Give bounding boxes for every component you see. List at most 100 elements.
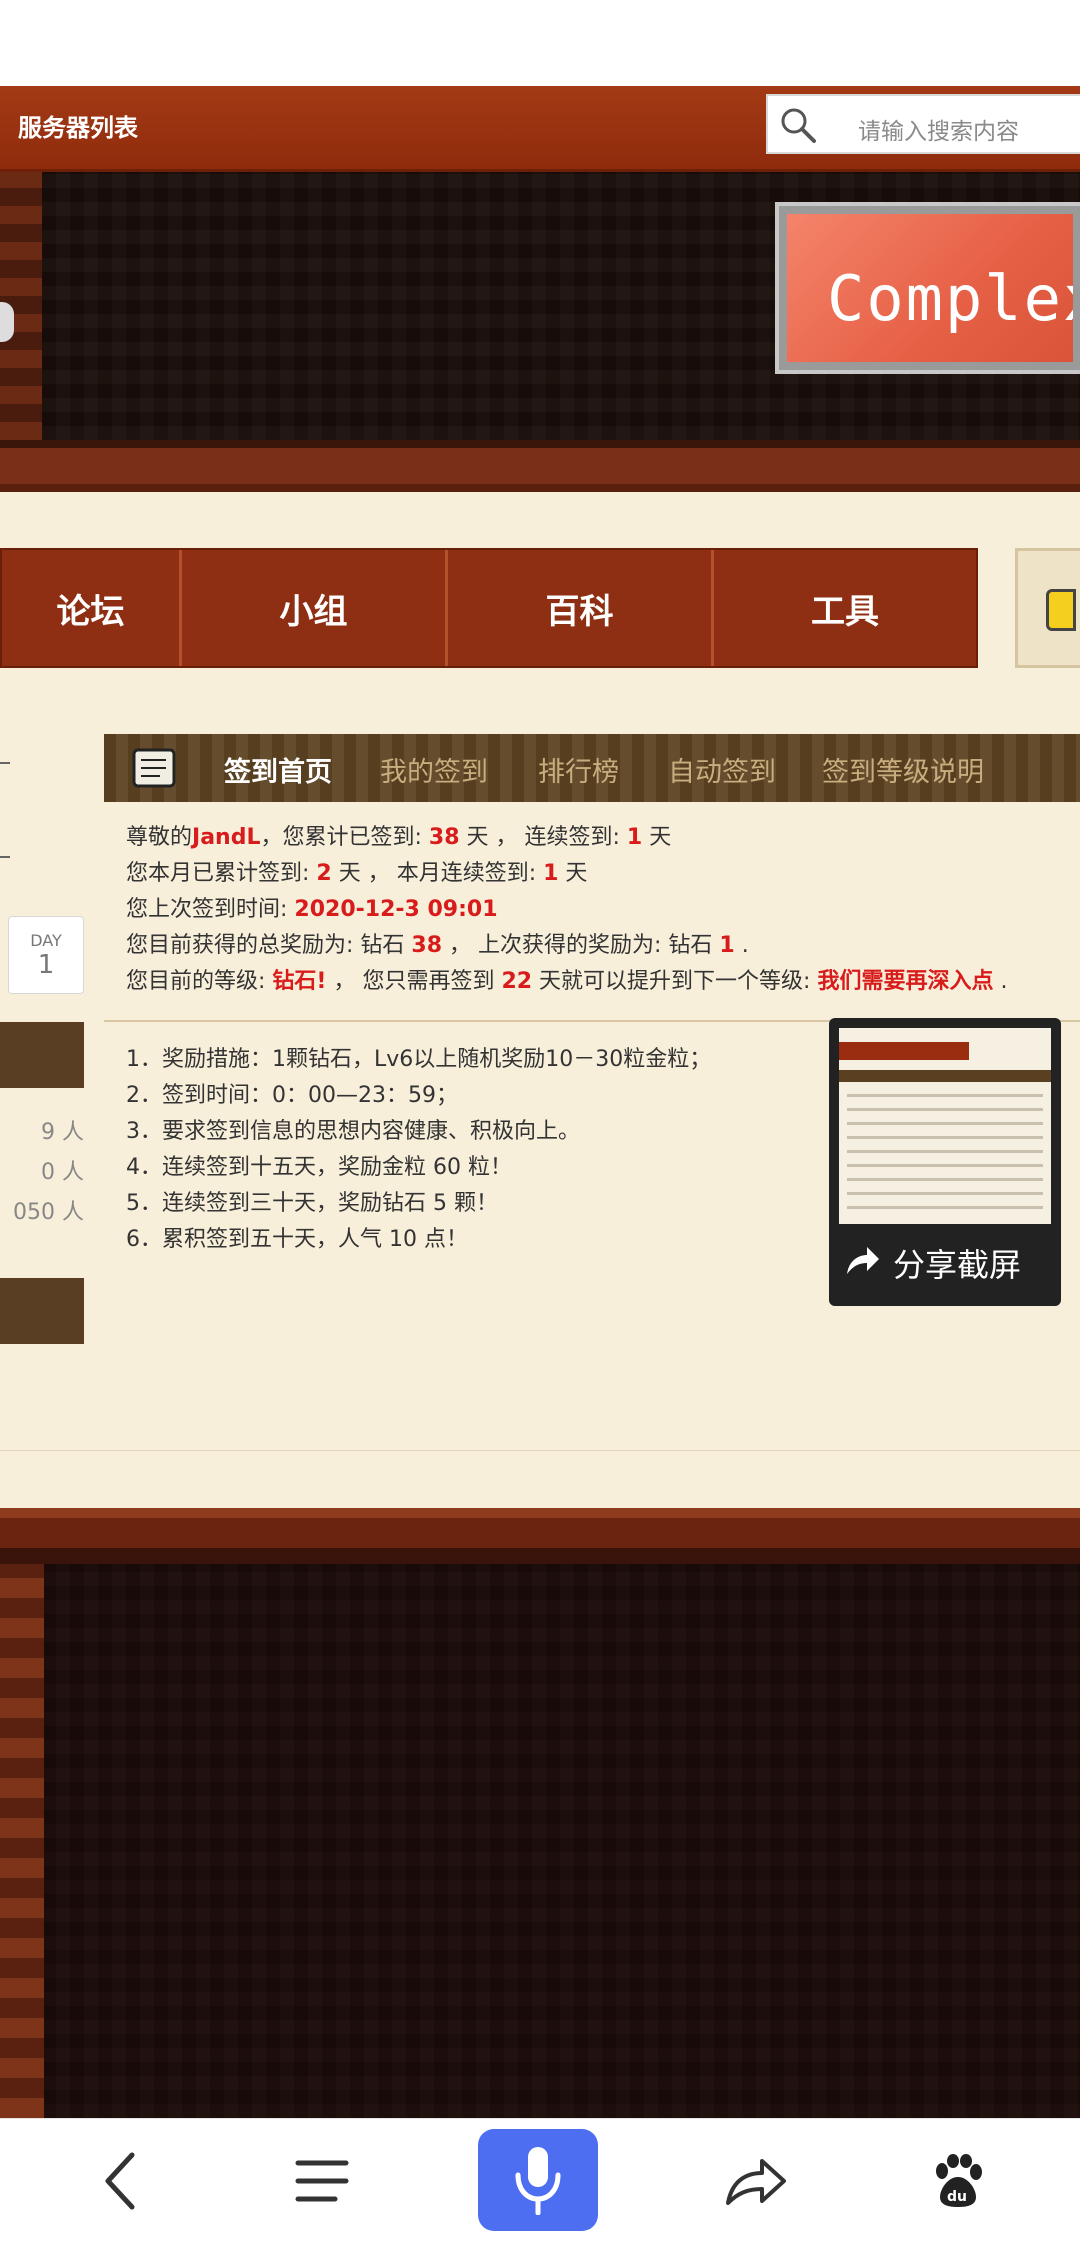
- site-logo[interactable]: Complex: [775, 202, 1080, 374]
- back-button[interactable]: [80, 2145, 160, 2217]
- svg-text:du: du: [947, 2189, 967, 2205]
- search-box[interactable]: 请输入搜索内容: [766, 94, 1080, 154]
- rule-item: 4．连续签到十五天，奖励金粒 60 粒！: [126, 1155, 512, 1180]
- info-text: 您上次签到时间:: [126, 897, 295, 922]
- info-line-total: 尊敬的JandL，您累计已签到: 38 天 ， 连续签到: 1 天: [126, 820, 1076, 856]
- top-bar: 服务器列表 请输入搜索内容: [0, 86, 1080, 172]
- info-text: 尊敬的: [126, 825, 193, 850]
- browser-bottom-bar: du: [0, 2118, 1080, 2244]
- search-icon[interactable]: [778, 105, 818, 145]
- main-nav: 论坛 小组 百科 工具: [0, 548, 978, 668]
- rule-item: 6．累积签到五十天，人气 10 点！: [126, 1227, 468, 1252]
- info-text: 您本月已累计签到:: [126, 861, 317, 886]
- sidebar-header-block: [0, 1022, 84, 1088]
- info-text: ， 您只需再签到: [326, 969, 502, 994]
- nav-right-badge[interactable]: [1015, 548, 1080, 668]
- info-text: 天就可以提升到下一个等级:: [532, 969, 818, 994]
- signin-rules: 1．奖励措施：1颗钻石，Lv6以上随机奖励10－30粒金粒； 2．签到时间：0：…: [126, 1042, 826, 1258]
- thumbnail-row: [847, 1122, 1043, 1125]
- thumbnail-row: [847, 1164, 1043, 1167]
- last-reward: 1: [719, 933, 735, 958]
- info-text: 您目前获得的总奖励为: 钻石: [126, 933, 412, 958]
- server-list-link[interactable]: 服务器列表: [18, 108, 138, 143]
- scroll-icon: [132, 748, 176, 788]
- info-line-level: 您目前的等级: 钻石! ， 您只需再签到 22 天就可以提升到下一个等级: 我们…: [126, 964, 1076, 1000]
- info-text: 天 ， 连续签到:: [459, 825, 627, 850]
- thumbnail-tabs: [839, 1070, 1051, 1082]
- day-value: 1: [37, 950, 55, 980]
- footer-area: [0, 1564, 1080, 2118]
- menu-icon: [295, 2160, 349, 2202]
- baidu-paw-icon: du: [936, 2154, 982, 2207]
- next-level: 我们需要再深入点: [817, 969, 994, 994]
- info-text: ， 上次获得的奖励为: 钻石: [442, 933, 720, 958]
- info-text: 天 ， 本月连续签到:: [331, 861, 544, 886]
- sidebar-footer-block: [0, 1278, 84, 1344]
- last-signin-time: 2020-12-3 09:01: [294, 897, 498, 922]
- microphone-icon: [515, 2147, 561, 2215]
- info-text: ，您累计已签到:: [260, 825, 429, 850]
- thumbnail-nav: [839, 1042, 969, 1060]
- info-text: .: [993, 969, 1008, 994]
- search-input[interactable]: 请输入搜索内容: [858, 112, 1019, 146]
- info-text: 天: [642, 825, 672, 850]
- username[interactable]: JandL: [192, 825, 260, 850]
- nav-item-tools[interactable]: 工具: [714, 550, 976, 666]
- member-count: 050 人: [13, 1200, 84, 1225]
- tab-level-info[interactable]: 签到等级说明: [822, 750, 984, 789]
- sidebar-mark: [0, 856, 10, 858]
- total-reward: 38: [411, 933, 443, 958]
- banner-bottom-band: [0, 440, 1080, 492]
- info-line-last-time: 您上次签到时间: 2020-12-3 09:01: [126, 892, 1076, 928]
- info-text: 您目前的等级:: [126, 969, 273, 994]
- logo-text: Complex: [827, 262, 1073, 335]
- share-button[interactable]: [716, 2145, 796, 2217]
- rule-item: 1．奖励措施：1颗钻石，Lv6以上随机奖励10－30粒金粒；: [126, 1047, 712, 1072]
- day-label: DAY: [30, 931, 62, 950]
- info-line-rewards: 您目前获得的总奖励为: 钻石 38 ， 上次获得的奖励为: 钻石 1 .: [126, 928, 1076, 964]
- content-bottom-line: [0, 1450, 1080, 1451]
- days-needed: 22: [501, 969, 533, 994]
- rule-item: 3．要求签到信息的思想内容健康、积极向上。: [126, 1119, 580, 1144]
- share-screenshot-popup[interactable]: 分享截屏: [829, 1018, 1061, 1306]
- member-count: 9 人: [41, 1120, 84, 1145]
- footer-top-band: [0, 1508, 1080, 1564]
- member-count: 0 人: [41, 1160, 84, 1185]
- month-streak: 1: [543, 861, 559, 886]
- sidebar-mark: [0, 762, 10, 764]
- thumbnail-row: [847, 1206, 1043, 1209]
- tab-auto-signin[interactable]: 自动签到: [668, 750, 776, 789]
- share-screenshot-label: 分享截屏: [893, 1246, 1022, 1284]
- share-arrow-icon: [847, 1247, 879, 1274]
- signin-tab-bar: 签到首页 我的签到 排行榜 自动签到 签到等级说明: [104, 734, 1080, 802]
- rule-item: 2．签到时间：0：00—23：59；: [126, 1083, 458, 1108]
- tab-my-signin[interactable]: 我的签到: [380, 750, 488, 789]
- thumbnail-row: [847, 1094, 1043, 1097]
- streak-days: 1: [626, 825, 643, 850]
- voice-search-button[interactable]: [478, 2129, 598, 2231]
- footer-left-decoration: [0, 1564, 44, 2118]
- anvil-icon: [0, 302, 14, 342]
- thumbnail-row: [847, 1192, 1043, 1195]
- status-bar: [0, 0, 1080, 86]
- site-banner: Complex: [0, 172, 1080, 440]
- thumbnail-row: [847, 1150, 1043, 1153]
- thumbnail-row: [847, 1136, 1043, 1139]
- info-line-month: 您本月已累计签到: 2 天 ， 本月连续签到: 1 天: [126, 856, 1076, 892]
- notification-bell-icon: [1046, 589, 1076, 631]
- nav-item-wiki[interactable]: 百科: [448, 550, 714, 666]
- current-level: 钻石!: [272, 969, 327, 994]
- tab-ranking[interactable]: 排行榜: [538, 750, 619, 789]
- tab-signin-home[interactable]: 签到首页: [224, 750, 332, 789]
- baidu-home-button[interactable]: du: [918, 2145, 998, 2217]
- day-counter: DAY 1: [8, 916, 84, 994]
- back-icon: [105, 2152, 135, 2210]
- info-text: .: [734, 933, 749, 958]
- thumbnail-row: [847, 1108, 1043, 1111]
- share-arrow-icon: [726, 2159, 786, 2205]
- screenshot-thumbnail[interactable]: [839, 1028, 1051, 1224]
- nav-item-forum[interactable]: 论坛: [2, 550, 182, 666]
- nav-item-group[interactable]: 小组: [182, 550, 448, 666]
- menu-button[interactable]: [282, 2145, 362, 2217]
- thumbnail-row: [847, 1178, 1043, 1181]
